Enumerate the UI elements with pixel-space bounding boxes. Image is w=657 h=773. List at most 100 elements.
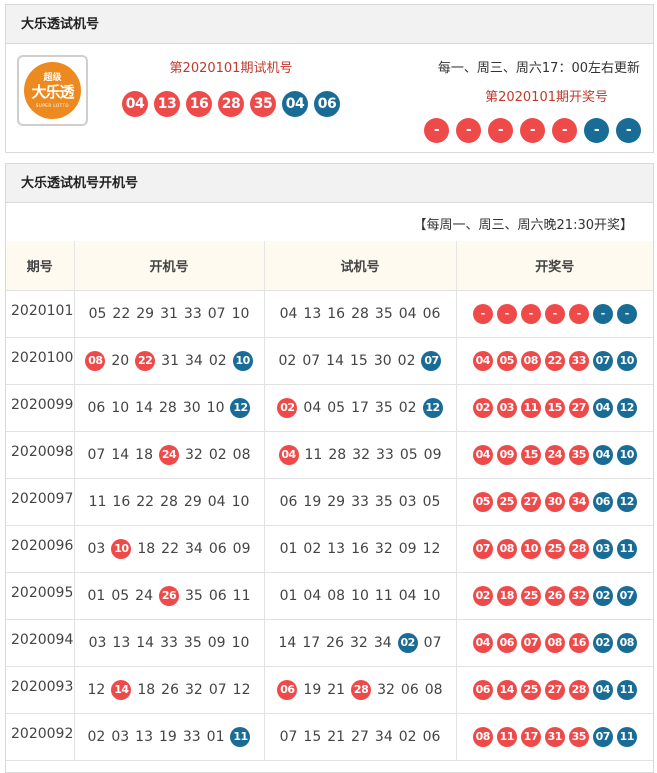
red-ball: - <box>520 303 541 324</box>
blue-ball: - <box>584 118 609 143</box>
number: 06 <box>422 728 441 745</box>
number: 07 <box>423 634 442 651</box>
open-number-cell: 11 16 22 28 29 04 10 <box>74 478 265 526</box>
number: 29 <box>327 493 346 510</box>
draw-title: 第2020101期开奖号 <box>485 90 608 105</box>
period-cell: 2020093 <box>6 666 75 714</box>
number: 02 <box>397 352 416 369</box>
period-cell: 2020094 <box>6 619 75 667</box>
red-ball: 31 <box>544 726 565 747</box>
red-ball: 15 <box>520 444 541 465</box>
number: 22 <box>136 493 155 510</box>
trial-number-list: 06 19 21 28 32 06 08 <box>277 679 443 700</box>
period-cell: 2020097 <box>6 478 75 526</box>
number: 12 <box>422 540 441 557</box>
number: 27 <box>351 728 369 745</box>
result-number-cell: 02 18 25 26 32 02 07 <box>456 572 653 620</box>
number: 17 <box>302 634 321 651</box>
highlight-red-ball: 14 <box>111 679 132 700</box>
number: 13 <box>135 728 153 745</box>
period-cell: 2020096 <box>6 525 75 573</box>
red-ball: 27 <box>544 679 565 700</box>
table-row: 2020098 07 14 18 24 32 02 08 04 11 28 32 33 05 09 04 09 1… <box>6 431 653 479</box>
super-lotto-logo: 超级 大乐透 SUPER LOTTO <box>17 55 88 126</box>
open-number-list: 07 14 18 24 32 02 08 <box>88 444 250 465</box>
trial-number-panel: 大乐透试机号 超级 大乐透 SUPER LOTTO 第2020101期试机号 0… <box>5 4 654 153</box>
number: 09 <box>423 446 442 463</box>
table-row: 2020093 12 14 18 26 32 07 12 06 19 21 28 32 06 08 06 14 2… <box>6 666 653 714</box>
history-panel: 大乐透试机号开机号 【每周一、周三、周六晚21:30开奖】 期号 开机号 试机号… <box>5 163 654 773</box>
open-number-cell: 08 20 22 31 34 02 10 <box>74 337 265 385</box>
red-ball: 03 <box>496 397 517 418</box>
result-number-cell: ------- <box>456 290 653 338</box>
blue-ball: - <box>616 303 637 324</box>
number: 13 <box>112 634 131 651</box>
red-ball: 16 <box>186 91 212 117</box>
red-ball: 07 <box>520 632 541 653</box>
number: 10 <box>231 634 250 651</box>
table-row: 2020094 03 13 14 33 35 09 10 14 17 26 32 34 02 07 04 06 0… <box>6 619 653 667</box>
number: 11 <box>304 446 323 463</box>
number: 16 <box>327 305 346 322</box>
number: 34 <box>374 728 393 745</box>
number: 18 <box>137 681 156 698</box>
number: 33 <box>376 446 394 463</box>
open-number-cell: 05 22 29 31 33 07 10 <box>74 290 265 338</box>
highlight-red-ball: 24 <box>159 444 179 465</box>
open-number-cell: 03 13 14 33 35 09 10 <box>74 619 265 667</box>
blue-ball: 12 <box>616 491 637 512</box>
trial-number-list: 02 04 05 17 35 02 12 <box>277 397 443 418</box>
number: 12 <box>232 681 251 698</box>
period-cell: 2020092 <box>6 713 75 761</box>
blue-ball: 11 <box>616 726 637 747</box>
highlight-red-ball: 28 <box>351 679 372 700</box>
number: 29 <box>136 305 155 322</box>
red-ball: 04 <box>472 444 493 465</box>
red-ball: 28 <box>218 91 244 117</box>
red-ball: 33 <box>568 350 589 371</box>
number: 13 <box>327 540 346 557</box>
number: 15 <box>303 728 322 745</box>
trial-title: 第2020101期试机号 <box>169 61 293 76</box>
number: 34 <box>373 634 392 651</box>
open-number-cell: 03 10 18 22 34 06 09 <box>74 525 265 573</box>
number: 05 <box>422 493 441 510</box>
number: 16 <box>112 493 131 510</box>
result-number-cell: 06 14 25 27 28 04 11 <box>456 666 653 714</box>
number: 11 <box>232 587 251 604</box>
period-cell: 2020095 <box>6 572 75 620</box>
open-number-list: 03 10 18 22 34 06 09 <box>88 538 250 559</box>
red-ball: 25 <box>544 538 565 559</box>
red-ball: 06 <box>496 632 517 653</box>
red-ball: 08 <box>496 538 517 559</box>
number: 05 <box>111 587 130 604</box>
number: 14 <box>111 446 130 463</box>
number: 35 <box>374 399 393 416</box>
red-ball: - <box>472 303 493 324</box>
number: 06 <box>422 305 441 322</box>
result-ball-list: 04 09 15 24 35 04 10 <box>472 444 637 465</box>
number: 26 <box>326 634 344 651</box>
blue-ball: - <box>592 303 613 324</box>
trial-number-cell: 07 15 21 27 34 02 06 <box>264 713 457 761</box>
red-ball: 25 <box>520 585 541 606</box>
blue-ball: 11 <box>616 679 637 700</box>
blue-ball: 08 <box>616 632 637 653</box>
number: 10 <box>231 493 250 510</box>
trial-number-list: 02 07 14 15 30 02 07 <box>279 350 442 371</box>
number: 11 <box>374 587 393 604</box>
number: 30 <box>373 352 392 369</box>
red-ball: - <box>520 118 545 143</box>
table-row: 2020100 08 20 22 31 34 02 10 02 07 14 15 30 02 07 04 05 0… <box>6 337 653 385</box>
number: 05 <box>327 399 346 416</box>
red-ball: 15 <box>544 397 565 418</box>
number: 07 <box>208 681 227 698</box>
number: 17 <box>351 399 369 416</box>
number: 14 <box>278 634 297 651</box>
red-ball: - <box>424 118 449 143</box>
table-row: 2020099 06 10 14 28 30 10 12 02 04 05 17 35 02 12 02 03 1… <box>6 384 653 432</box>
result-number-cell: 08 11 17 31 35 07 11 <box>456 713 653 761</box>
red-ball: 17 <box>520 726 541 747</box>
blue-ball: - <box>616 118 641 143</box>
period-cell: 2020099 <box>6 384 75 432</box>
